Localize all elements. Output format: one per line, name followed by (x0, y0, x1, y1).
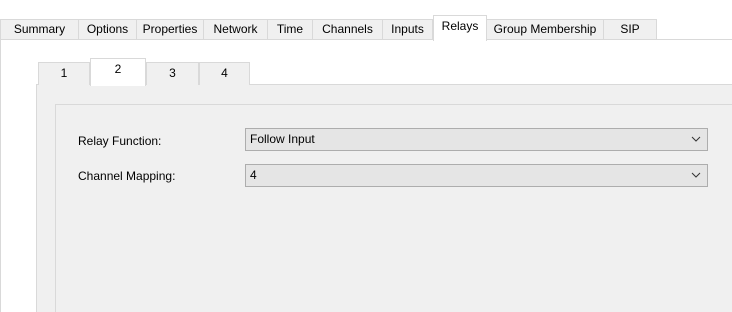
tab-options[interactable]: Options (79, 19, 137, 39)
tab-label: SIP (620, 22, 640, 36)
tab-label: Options (86, 22, 129, 36)
tab-label: Summary (13, 22, 66, 36)
chevron-down-icon (691, 136, 701, 142)
tab-relays[interactable]: Relays (433, 15, 487, 41)
relay-function-dropdown[interactable]: Follow Input (245, 128, 708, 151)
tab-label: Time (276, 22, 304, 36)
relay-tab-label: 1 (60, 66, 68, 80)
relay-tab-3[interactable]: 3 (146, 62, 199, 85)
channel-mapping-value: 4 (250, 168, 257, 182)
relay-tab-label: 3 (169, 66, 176, 80)
channel-mapping-label: Channel Mapping: (78, 169, 176, 183)
relay-tab-label: 4 (221, 66, 228, 80)
tab-time[interactable]: Time (268, 19, 313, 39)
tab-label: Group Membership (493, 22, 597, 36)
main-tab-strip: Summary Options Properties Network Time … (0, 0, 732, 41)
tab-group-membership[interactable]: Group Membership (487, 19, 604, 39)
tab-label: Channels (322, 22, 373, 36)
relay-tab-4[interactable]: 4 (199, 62, 250, 85)
tab-properties[interactable]: Properties (137, 19, 204, 39)
relay-function-label: Relay Function: (78, 134, 162, 148)
relay-tab-2[interactable]: 2 (90, 58, 146, 86)
tab-inputs[interactable]: Inputs (383, 19, 433, 39)
tab-label: Inputs (391, 22, 424, 36)
tab-channels[interactable]: Channels (313, 19, 383, 39)
tab-network[interactable]: Network (204, 19, 268, 39)
relay-tab-1[interactable]: 1 (38, 62, 90, 85)
tab-label: Properties (142, 22, 198, 36)
relay-function-value: Follow Input (250, 132, 315, 146)
tab-summary[interactable]: Summary (0, 19, 79, 39)
tab-label: Relays (441, 19, 479, 33)
tab-sip[interactable]: SIP (604, 19, 657, 39)
tab-label: Network (213, 22, 258, 36)
relay-tab-label: 2 (114, 62, 122, 76)
channel-mapping-dropdown[interactable]: 4 (245, 164, 708, 187)
chevron-down-icon (691, 172, 701, 178)
